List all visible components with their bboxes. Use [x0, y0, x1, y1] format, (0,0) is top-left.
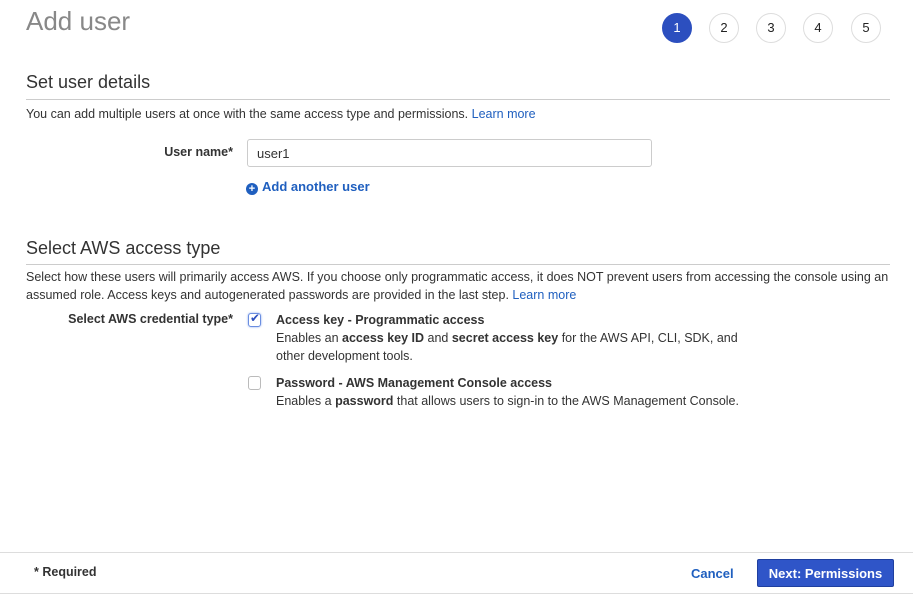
access-key-checkbox[interactable]: ✔ [248, 311, 261, 327]
learn-more-link[interactable]: Learn more [512, 288, 576, 302]
plus-circle-icon: + [246, 183, 258, 195]
footer-divider [0, 552, 913, 553]
learn-more-link[interactable]: Learn more [472, 107, 536, 121]
details-intro: You can add multiple users at once with … [26, 105, 536, 123]
option-description: Enables a password that allows users to … [276, 394, 739, 408]
page-title: Add user [26, 6, 131, 36]
step-3[interactable]: 3 [756, 13, 786, 43]
step-4[interactable]: 4 [803, 13, 833, 43]
option-title: Password - AWS Management Console access [276, 376, 553, 390]
footer-divider [0, 593, 913, 594]
access-intro: Select how these users will primarily ac… [26, 268, 896, 304]
divider [26, 264, 890, 265]
section-heading-access: Select AWS access type [26, 238, 221, 258]
step-1[interactable]: 1 [662, 13, 692, 43]
next-permissions-button[interactable]: Next: Permissions [757, 559, 894, 587]
password-checkbox[interactable] [248, 376, 261, 390]
password-option: Password - AWS Management Console access… [276, 374, 739, 410]
required-note: * Required [34, 565, 97, 579]
credential-type-label: Select AWS credential type* [68, 312, 233, 326]
cancel-button[interactable]: Cancel [691, 566, 734, 581]
section-heading-details: Set user details [26, 72, 151, 92]
access-key-option: Access key - Programmatic access Enables… [276, 311, 756, 365]
divider [26, 99, 890, 100]
option-description: Enables an access key ID and secret acce… [276, 331, 738, 363]
user-name-input[interactable] [247, 139, 652, 167]
add-another-user-link[interactable]: + Add another user [246, 179, 370, 195]
option-title: Access key - Programmatic access [276, 313, 485, 327]
intro-text: Select how these users will primarily ac… [26, 270, 889, 302]
intro-text: You can add multiple users at once with … [26, 107, 469, 121]
step-5[interactable]: 5 [851, 13, 881, 43]
add-another-user-label: Add another user [262, 179, 370, 194]
user-name-label: User name* [164, 145, 233, 159]
check-icon: ✔ [250, 311, 261, 325]
step-2[interactable]: 2 [709, 13, 739, 43]
